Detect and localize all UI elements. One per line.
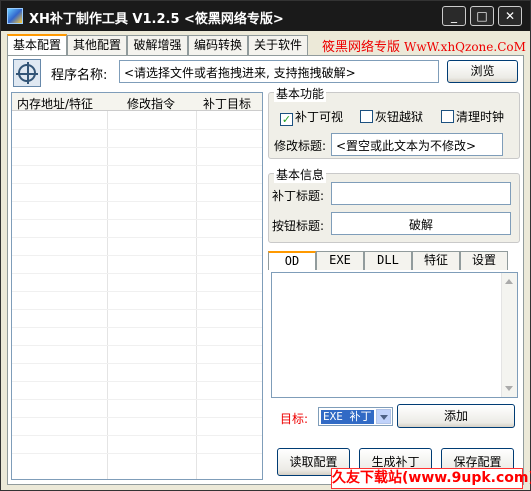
tab-encoding-convert[interactable]: 编码转换: [188, 35, 248, 55]
chevron-down-icon[interactable]: [376, 409, 391, 424]
scroll-up-icon[interactable]: [505, 279, 513, 284]
basic-features-title: 基本功能: [274, 85, 327, 102]
target-select[interactable]: EXE 补丁: [318, 407, 393, 426]
target-select-value: EXE 补丁: [321, 410, 374, 424]
browse-button[interactable]: 浏览: [447, 60, 518, 83]
subtab-od[interactable]: OD: [268, 251, 316, 270]
brand-url: WwW.xhQzone.CoM: [404, 40, 526, 54]
gray-button-jailbreak-checkbox[interactable]: 灰钮越狱: [360, 108, 423, 125]
site-watermark: 久友下载站(www.9upk.com): [331, 468, 531, 489]
patch-title-input[interactable]: [331, 182, 511, 205]
modify-title-input[interactable]: <置空或此文本为不修改>: [331, 133, 503, 156]
subtab-signature[interactable]: 特征: [412, 251, 460, 270]
patch-title-label: 补丁标题:: [272, 189, 325, 203]
checkmark-icon: ✓: [280, 113, 293, 126]
title-bar: XH补丁制作工具 V1.2.5 <筱黑网络专版> _ □ ✕: [1, 1, 530, 31]
column-instruction[interactable]: 修改指令: [127, 95, 175, 112]
crosshair-target-icon[interactable]: [13, 59, 41, 87]
code-textarea[interactable]: [271, 272, 518, 398]
tab-basic-config[interactable]: 基本配置: [7, 34, 67, 55]
target-label: 目标:: [280, 412, 309, 426]
patch-list-header: 内存地址/特征 修改指令 补丁目标: [12, 93, 262, 111]
button-title-label: 按钮标题:: [272, 219, 325, 233]
program-name-label: 程序名称:: [51, 68, 108, 83]
button-title-input[interactable]: 破解: [331, 212, 511, 235]
tab-other-config[interactable]: 其他配置: [67, 35, 127, 55]
window-title: XH补丁制作工具 V1.2.5 <筱黑网络专版>: [29, 12, 284, 27]
tab-about[interactable]: 关于软件: [248, 35, 308, 55]
clear-clock-checkbox[interactable]: 清理时钟: [441, 108, 504, 125]
patch-list[interactable]: 内存地址/特征 修改指令 补丁目标: [11, 92, 263, 480]
close-button[interactable]: ✕: [498, 6, 522, 26]
add-button[interactable]: 添加: [397, 404, 515, 428]
program-path-input[interactable]: <请选择文件或者拖拽进来, 支持拖拽破解>: [119, 60, 439, 83]
brand-banner: 筱黑网络专版 WwW.xhQzone.CoM: [322, 36, 526, 55]
brand-text: 筱黑网络专版: [322, 40, 401, 55]
visible-patch-checkbox[interactable]: ✓ 补丁可视: [280, 108, 343, 126]
minimize-button[interactable]: _: [442, 6, 466, 26]
basic-info-title: 基本信息: [274, 166, 327, 183]
modify-title-label: 修改标题:: [274, 139, 327, 153]
subtab-exe[interactable]: EXE: [316, 251, 364, 270]
app-logo-icon: [7, 8, 23, 24]
scroll-down-icon[interactable]: [505, 386, 513, 391]
subtab-dll[interactable]: DLL: [364, 251, 412, 270]
subtab-settings[interactable]: 设置: [460, 251, 508, 270]
column-target[interactable]: 补丁目标: [203, 95, 251, 112]
maximize-button[interactable]: □: [470, 6, 494, 26]
column-address[interactable]: 内存地址/特征: [17, 95, 93, 112]
tab-crack-enhance[interactable]: 破解增强: [127, 35, 188, 55]
code-textarea-scrollbar[interactable]: [501, 273, 517, 397]
main-window: XH补丁制作工具 V1.2.5 <筱黑网络专版> _ □ ✕ 基本配置 其他配置…: [0, 0, 531, 491]
